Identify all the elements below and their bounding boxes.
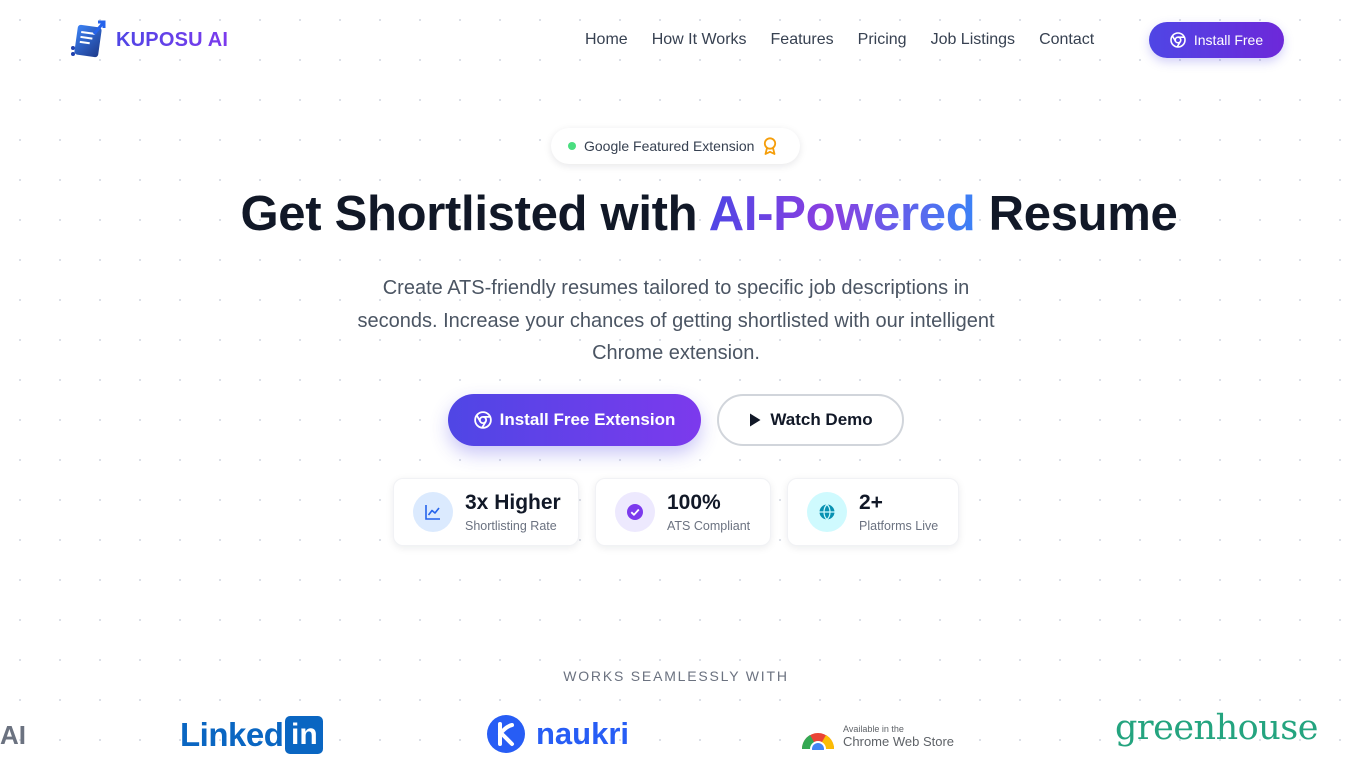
works-with-heading: WORKS SEAMLESSLY WITH — [563, 668, 789, 684]
install-free-label: Install Free — [1193, 32, 1264, 48]
greenhouse-logo: greenhouse — [1115, 708, 1318, 748]
brand-logo-link[interactable]: KUPOSU AI — [68, 20, 228, 60]
chrome-icon — [473, 411, 492, 429]
trend-chart-icon — [413, 492, 453, 532]
cws-small-text: Available in the — [843, 724, 904, 734]
check-circle-icon — [615, 492, 655, 532]
stat-card-shortlisting: 3x Higher Shortlisting Rate — [393, 478, 579, 546]
hero-title-end: Resume — [975, 187, 1178, 241]
chrome-web-store-logo: Available in the Chrome Web Store — [801, 722, 954, 750]
nav-pricing[interactable]: Pricing — [858, 22, 907, 58]
stat-card-platforms: 2+ Platforms Live — [787, 478, 959, 546]
linkedin-logo-text: Linked — [180, 716, 284, 753]
naukri-mark-icon — [487, 715, 525, 753]
nav-features[interactable]: Features — [771, 22, 834, 58]
globe-icon — [807, 492, 847, 532]
hero-title: Get Shortlisted with AI-Powered Resume — [0, 186, 1352, 242]
cws-big-text: Chrome Web Store — [843, 734, 955, 749]
install-free-extension-button[interactable]: Install Free Extension — [448, 394, 701, 446]
install-free-button[interactable]: Install Free — [1149, 22, 1284, 58]
naukri-logo-text: naukri — [536, 716, 630, 751]
stat-label: Platforms Live — [859, 519, 939, 533]
hero-title-highlight: AI-Powered — [708, 187, 976, 241]
linkedin-logo: Linked in — [180, 716, 324, 754]
main-nav: Home How It Works Features Pricing Job L… — [585, 22, 1118, 58]
hero-title-start: Get Shortlisted with — [240, 187, 709, 241]
watch-demo-label: Watch Demo — [770, 410, 873, 429]
partner-logo-ai: AI — [0, 720, 26, 750]
install-free-extension-label: Install Free Extension — [499, 410, 676, 429]
stat-card-ats: 100% ATS Compliant — [595, 478, 771, 546]
featured-badge-label: Google Featured Extension — [584, 138, 755, 154]
document-arrow-logo-icon — [71, 20, 106, 58]
stat-value: 100% — [667, 491, 721, 514]
stat-label: ATS Compliant — [667, 519, 751, 533]
stat-label: Shortlisting Rate — [465, 519, 557, 533]
stat-value: 2+ — [859, 491, 883, 514]
naukri-logo: naukri — [486, 714, 629, 754]
watch-demo-button[interactable]: Watch Demo — [717, 394, 904, 446]
brand-name: KUPOSU AI — [116, 28, 229, 51]
featured-badge: Google Featured Extension — [551, 128, 800, 164]
stat-value: 3x Higher — [465, 491, 561, 514]
play-icon — [750, 413, 761, 427]
status-dot — [568, 142, 576, 150]
nav-job-listings[interactable]: Job Listings — [931, 22, 1016, 58]
award-medal-icon — [764, 137, 777, 155]
nav-how-it-works[interactable]: How It Works — [652, 22, 747, 58]
nav-contact[interactable]: Contact — [1039, 22, 1094, 58]
chrome-web-store-icon — [801, 733, 835, 750]
chrome-icon — [1170, 32, 1186, 48]
site-header: KUPOSU AI Home How It Works Features Pri… — [0, 0, 1352, 80]
linkedin-logo-box: in — [285, 716, 324, 754]
nav-home[interactable]: Home — [585, 22, 628, 58]
hero-subtitle: Create ATS-friendly resumes tailored to … — [357, 277, 995, 364]
